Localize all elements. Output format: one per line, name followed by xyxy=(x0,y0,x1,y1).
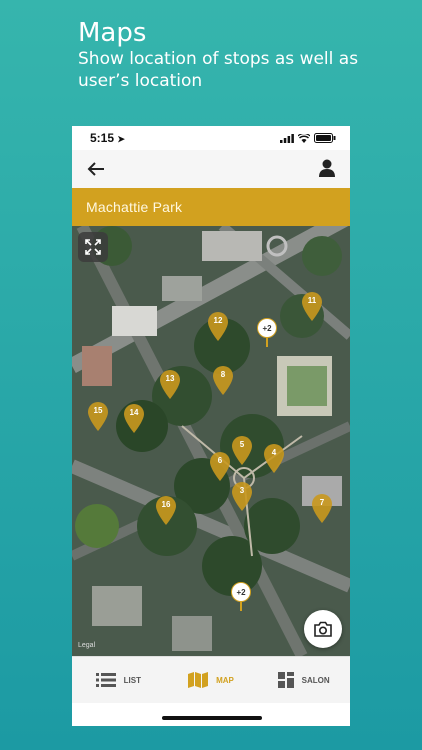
stop-cluster-pin[interactable]: +2 xyxy=(231,582,253,612)
signal-icon xyxy=(280,133,294,143)
tab-salon-label: SALON xyxy=(301,675,330,685)
stop-pin-label: 5 xyxy=(239,440,245,449)
stop-pin-label: 8 xyxy=(220,370,226,379)
stop-pin-6[interactable]: 6 xyxy=(208,450,232,482)
stop-pin-label: 16 xyxy=(161,500,171,509)
map-icon xyxy=(188,672,209,688)
stop-pin-13[interactable]: 13 xyxy=(158,368,182,400)
phone-screen: 5:15 ➤ Machattie Park 12 11 13 8 15 14 5… xyxy=(72,126,350,726)
map-legal-link[interactable]: Legal xyxy=(78,642,95,649)
battery-icon xyxy=(314,133,336,143)
stop-pin-label: 4 xyxy=(271,448,277,457)
stop-cluster-stem xyxy=(266,337,268,347)
stop-cluster-stem xyxy=(240,601,242,611)
stop-pin-16[interactable]: 16 xyxy=(154,494,178,526)
nav-bar xyxy=(72,150,350,189)
location-title: Machattie Park xyxy=(86,199,183,215)
tab-salon[interactable]: SALON xyxy=(257,657,350,703)
home-indicator xyxy=(162,716,262,720)
stop-pin-label: 12 xyxy=(213,316,223,325)
location-title-bar: Machattie Park xyxy=(72,188,350,226)
promo-title: Maps xyxy=(78,18,147,48)
status-time: 5:15 ➤ xyxy=(90,131,125,145)
status-bar: 5:15 ➤ xyxy=(72,126,350,150)
camera-button[interactable] xyxy=(304,610,342,648)
grid-icon xyxy=(277,672,294,688)
stop-pin-4[interactable]: 4 xyxy=(262,442,286,474)
stop-pin-label: 15 xyxy=(93,406,103,415)
back-arrow-icon[interactable] xyxy=(86,159,106,179)
expand-map-button[interactable] xyxy=(78,232,108,262)
stop-cluster-pin[interactable]: +2 xyxy=(257,318,279,348)
stop-cluster-count: +2 xyxy=(231,582,251,602)
tab-map-label: MAP xyxy=(216,675,234,685)
tab-list[interactable]: LIST xyxy=(72,657,165,703)
stop-pin-15[interactable]: 15 xyxy=(86,400,110,432)
status-icons xyxy=(280,133,336,143)
stop-pin-3[interactable]: 3 xyxy=(230,480,254,512)
stop-pin-8[interactable]: 8 xyxy=(211,364,235,396)
promo-subtitle: Show location of stops as well as user’s… xyxy=(78,49,359,91)
stop-pin-label: 3 xyxy=(239,486,245,495)
map-view[interactable]: 12 11 13 8 15 14 5 4 6 3 16 7 +2 +2 Lega… xyxy=(72,226,350,656)
stop-pin-label: 6 xyxy=(217,456,223,465)
stop-cluster-count: +2 xyxy=(257,318,277,338)
stop-pin-label: 14 xyxy=(129,408,139,417)
stop-pin-12[interactable]: 12 xyxy=(206,310,230,342)
stop-pin-7[interactable]: 7 xyxy=(310,492,334,524)
tab-map[interactable]: MAP xyxy=(165,657,258,703)
camera-icon xyxy=(314,621,332,637)
profile-icon[interactable] xyxy=(318,158,336,178)
location-arrow-icon: ➤ xyxy=(117,134,125,144)
stop-pin-11[interactable]: 11 xyxy=(300,290,324,322)
stop-pin-5[interactable]: 5 xyxy=(230,434,254,466)
expand-icon xyxy=(85,239,101,255)
tab-bar: LIST MAP SALON xyxy=(72,656,350,703)
tab-list-label: LIST xyxy=(123,675,141,685)
stop-pin-label: 11 xyxy=(307,296,317,305)
wifi-icon xyxy=(298,133,310,143)
stop-pin-14[interactable]: 14 xyxy=(122,402,146,434)
list-icon xyxy=(95,673,116,687)
stop-pin-label: 13 xyxy=(165,374,175,383)
stop-pin-label: 7 xyxy=(319,498,325,507)
